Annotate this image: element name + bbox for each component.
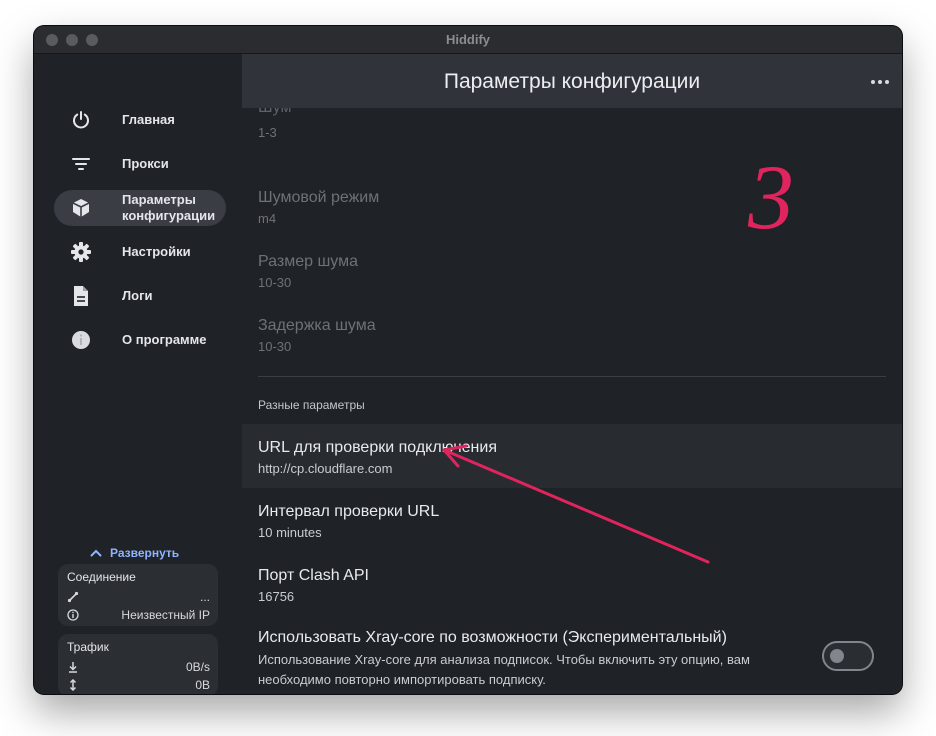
- ip-value: Неизвестный IP: [121, 608, 210, 622]
- setting-value: 1-3: [258, 125, 277, 140]
- setting-noise-size[interactable]: Размер шума 10-30: [258, 252, 886, 292]
- noise-setting-title-cut: Шум: [258, 108, 291, 116]
- expand-button[interactable]: Развернуть: [90, 546, 179, 560]
- section-divider: [258, 376, 886, 377]
- page-header: Параметры конфигурации: [242, 54, 902, 108]
- setting-value: 10-30: [258, 275, 292, 290]
- titlebar: Hiddify: [34, 26, 902, 54]
- setting-noise-mode[interactable]: Шумовой режим m4: [258, 188, 886, 228]
- total-row: 0B: [67, 677, 210, 693]
- setting-noise-delay[interactable]: Задержка шума 10-30: [258, 316, 886, 356]
- speed-row: 0B/s: [67, 659, 210, 675]
- sidebar-item-home[interactable]: Главная: [54, 102, 226, 138]
- gear-icon: [70, 241, 92, 263]
- main-content: Параметры конфигурации Шум 1-3 Шумовой р…: [242, 54, 902, 694]
- box-icon: [70, 197, 92, 219]
- chevron-up-icon: [90, 549, 102, 557]
- setting-title: Размер шума: [258, 253, 358, 270]
- setting-title: URL для проверки подключения: [258, 439, 497, 456]
- setting-value: m4: [258, 211, 277, 226]
- sidebar-item-label: Главная: [122, 112, 175, 127]
- connection-card[interactable]: Соединение ... Неизвестный IP: [58, 564, 218, 626]
- ping-value: ...: [199, 590, 210, 604]
- expand-label: Развернуть: [110, 546, 180, 560]
- power-icon: [70, 109, 92, 131]
- document-icon: [70, 285, 92, 307]
- setting-title: Шумовой режим: [258, 189, 380, 206]
- window-title: Hiddify: [445, 32, 491, 47]
- more-options-button[interactable]: [868, 70, 892, 94]
- setting-description: Использование Xray-core для анализа подп…: [258, 652, 750, 687]
- setting-title: Задержка шума: [258, 317, 376, 334]
- traffic-title: Трафик: [67, 640, 109, 654]
- filter-icon: [70, 153, 92, 175]
- setting-url-test-interval[interactable]: Интервал проверки URL 10 minutes: [258, 502, 886, 542]
- setting-use-xray-core[interactable]: Использовать Xray-core по возможности (Э…: [258, 628, 802, 690]
- setting-value: 10-30: [258, 339, 292, 354]
- setting-noise[interactable]: 1-3: [258, 122, 886, 142]
- page-title: Параметры конфигурации: [443, 70, 701, 93]
- sidebar-item-label: Логи: [122, 288, 153, 303]
- setting-title: Использовать Xray-core по возможности (Э…: [258, 629, 727, 646]
- sidebar-item-label: Прокси: [122, 156, 169, 171]
- up-down-arrows-icon: [69, 679, 77, 691]
- traffic-total-value: 0B: [195, 678, 210, 692]
- dot: [878, 80, 882, 84]
- sidebar-item-label: О программе: [122, 332, 207, 347]
- sidebar-item-logs[interactable]: Логи: [54, 278, 226, 314]
- sidebar-item-label: Настройки: [122, 244, 191, 259]
- setting-clash-api-port[interactable]: Порт Clash API 16756: [258, 566, 886, 606]
- setting-value: http://cp.cloudflare.com: [258, 461, 393, 476]
- dot: [871, 80, 875, 84]
- dot: [885, 80, 889, 84]
- info-icon: [70, 329, 92, 351]
- setting-connection-test-url[interactable]: URL для проверки подключения http://cp.c…: [258, 438, 886, 478]
- info-circle-icon: [67, 609, 79, 621]
- link-icon: [67, 591, 79, 603]
- ip-row: Неизвестный IP: [67, 607, 210, 623]
- sidebar-item-about[interactable]: О программе: [54, 322, 226, 358]
- xray-toggle-switch[interactable]: [822, 641, 874, 671]
- connection-title: Соединение: [67, 570, 136, 584]
- app-window: Hiddify Главная Прокси Параметры конфигу…: [34, 26, 902, 694]
- setting-value: 10 minutes: [258, 525, 322, 540]
- traffic-speed-value: 0B/s: [185, 660, 210, 674]
- setting-title: Порт Clash API: [258, 567, 369, 584]
- toggle-knob: [830, 649, 844, 663]
- ping-row: ...: [67, 589, 210, 605]
- download-icon: [69, 662, 77, 673]
- sidebar-item-label: Параметры конфигурации: [122, 192, 216, 223]
- sidebar: Главная Прокси Параметры конфигурации На…: [34, 54, 242, 694]
- sidebar-item-settings[interactable]: Настройки: [54, 234, 226, 270]
- setting-value: 16756: [258, 589, 295, 604]
- sidebar-item-proxies[interactable]: Прокси: [54, 146, 226, 182]
- traffic-card[interactable]: Трафик 0B/s 0B: [58, 634, 218, 694]
- setting-title: Интервал проверки URL: [258, 503, 440, 520]
- section-title: Разные параметры: [258, 398, 365, 412]
- sidebar-item-config-options[interactable]: Параметры конфигурации: [54, 190, 226, 226]
